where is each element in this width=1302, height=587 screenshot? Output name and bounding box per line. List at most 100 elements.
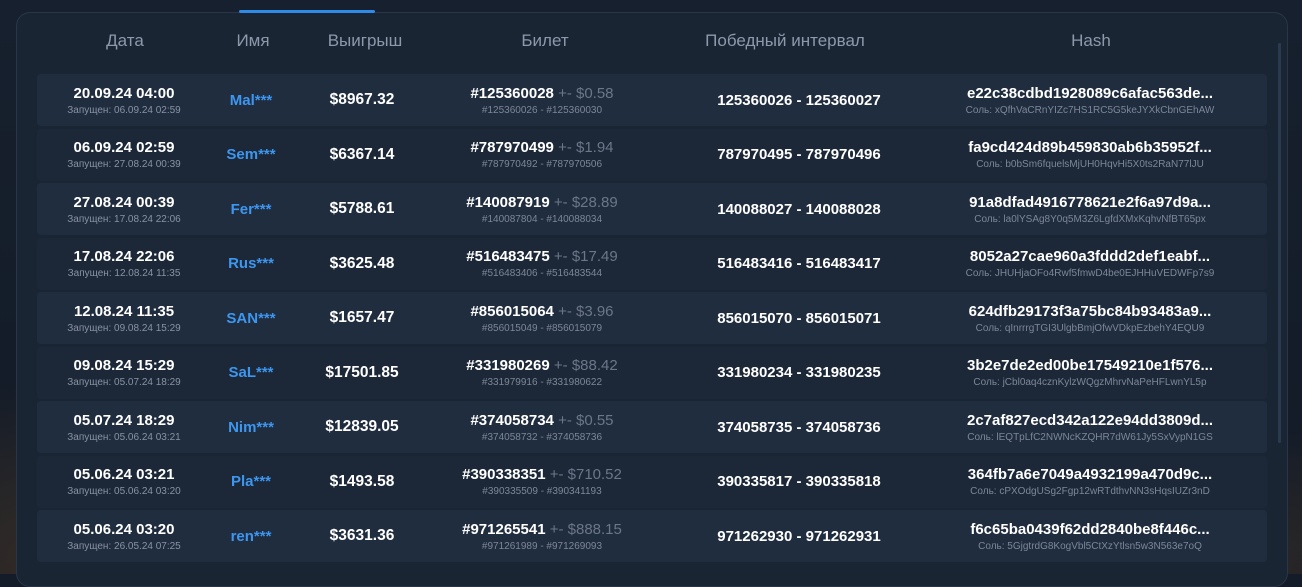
hash-value[interactable]: f6c65ba0439f62dd2840be8f446c... bbox=[970, 521, 1209, 538]
ticket-number: #374058734 bbox=[470, 411, 554, 429]
hash-value[interactable]: 8052a27cae960a3fddd2def1eabf... bbox=[970, 248, 1210, 265]
ticket-range: #125360026 - #125360030 bbox=[481, 104, 603, 116]
date-cell: 06.09.24 02:59 Запущен: 27.08.24 00:39 bbox=[67, 129, 181, 181]
hash-cell: 8052a27cae960a3fddd2def1eabf... Соль: JH… bbox=[966, 238, 1215, 290]
table-header: Дата Имя Выигрыш Билет Победный интервал… bbox=[17, 31, 1287, 57]
ticket-cell: #971265541 +- $888.15 #971261989 - #9712… bbox=[462, 510, 622, 562]
table-row[interactable]: 06.09.24 02:59 Запущен: 27.08.24 00:39 S… bbox=[37, 128, 1267, 181]
header-date: Дата bbox=[106, 31, 144, 50]
scrollbar[interactable] bbox=[1278, 43, 1281, 443]
started-date: Запущен: 05.06.24 03:20 bbox=[67, 486, 181, 497]
win-amount: $5788.61 bbox=[329, 200, 395, 217]
date-cell: 17.08.24 22:06 Запущен: 12.08.24 11:35 bbox=[68, 238, 181, 290]
winner-name[interactable]: Pla*** bbox=[231, 473, 271, 490]
salt-value: Соль: jCbl0aq4cznKylzWQgzMhrvNaPeHFLwnYL… bbox=[973, 377, 1207, 388]
winner-name[interactable]: SaL*** bbox=[228, 364, 273, 381]
winner-name[interactable]: SAN*** bbox=[226, 310, 275, 327]
salt-value: Соль: cPXOdgUSg2Fgp12wRTdthvNN3sHqsIUZr3… bbox=[970, 486, 1210, 497]
salt-value: Соль: 5GjgtrdG8KogVbl5CtXzYtlsn5w3N563e7… bbox=[978, 540, 1202, 552]
ticket-number: #390338351 bbox=[462, 466, 546, 483]
ticket-range: #856015049 - #856015079 bbox=[481, 322, 603, 334]
interval-cell: 856015070 - 856015071 bbox=[717, 292, 881, 344]
table-body: 20.09.24 04:00 Запущен: 06.09.24 02:59 M… bbox=[37, 74, 1267, 565]
name-cell: Sem*** bbox=[226, 129, 275, 181]
header-ticket: Билет bbox=[521, 31, 569, 50]
started-date: Запущен: 17.08.24 22:06 bbox=[67, 213, 181, 225]
win-amount: $1657.47 bbox=[329, 309, 395, 326]
winner-name[interactable]: Sem*** bbox=[226, 146, 275, 163]
win-date: 05.07.24 18:29 bbox=[73, 411, 175, 429]
date-cell: 05.07.24 18:29 Запущен: 05.06.24 03:21 bbox=[67, 401, 181, 453]
ticket-cell: #125360028 +- $0.58 #125360026 - #125360… bbox=[470, 74, 613, 126]
win-amount: $17501.85 bbox=[325, 363, 399, 381]
ticket-cell: #787970499 +- $1.94 #787970492 - #787970… bbox=[470, 129, 613, 181]
header-name: Имя bbox=[236, 31, 270, 50]
table-row[interactable]: 05.06.24 03:20 Запущен: 26.05.24 07:25 r… bbox=[37, 510, 1267, 562]
interval-cell: 390335817 - 390335818 bbox=[717, 456, 881, 508]
salt-value: Соль: b0bSm6fquelsMjUH0HqvHi5X0ts2RaN77l… bbox=[976, 159, 1204, 170]
ticket-range: #516483406 - #516483544 bbox=[481, 268, 603, 279]
winner-name[interactable]: ren*** bbox=[231, 528, 272, 545]
win-date: 09.08.24 15:29 bbox=[73, 357, 175, 374]
winning-interval: 516483416 - 516483417 bbox=[717, 255, 881, 272]
hash-value[interactable]: 2c7af827ecd342a122e94dd3809d... bbox=[967, 412, 1213, 429]
winning-interval: 331980234 - 331980235 bbox=[717, 364, 881, 381]
winner-name[interactable]: Rus*** bbox=[228, 255, 274, 272]
table-row[interactable]: 27.08.24 00:39 Запущен: 17.08.24 22:06 F… bbox=[37, 183, 1267, 235]
started-date: Запущен: 12.08.24 11:35 bbox=[67, 268, 181, 279]
table-row[interactable]: 09.08.24 15:29 Запущен: 05.07.24 18:29 S… bbox=[37, 346, 1267, 399]
winner-name[interactable]: Nim*** bbox=[228, 419, 274, 436]
ticket-range: #374058732 - #374058736 bbox=[481, 431, 603, 443]
hash-value[interactable]: 624dfb29173f3a75bc84b93483a9... bbox=[969, 303, 1212, 320]
ticket-number: #125360028 bbox=[470, 84, 554, 102]
ticket-tolerance: +- $888.15 bbox=[549, 520, 622, 538]
started-date: Запущен: 27.08.24 00:39 bbox=[67, 159, 181, 170]
hash-value[interactable]: e22c38cdbd1928089c6afac563de... bbox=[967, 85, 1213, 102]
win-cell: $1657.47 bbox=[330, 292, 395, 344]
active-tab-indicator bbox=[239, 10, 375, 13]
header-win: Выигрыш bbox=[327, 31, 403, 50]
hash-cell: 91a8dfad4916778621e2f6a97d9a... Соль: la… bbox=[969, 183, 1211, 235]
winner-name[interactable]: Fer*** bbox=[231, 201, 272, 218]
ticket-number: #140087919 bbox=[466, 193, 550, 211]
date-cell: 27.08.24 00:39 Запущен: 17.08.24 22:06 bbox=[67, 183, 181, 235]
name-cell: Nim*** bbox=[228, 401, 274, 453]
win-cell: $1493.58 bbox=[330, 456, 395, 508]
started-date: Запущен: 06.09.24 02:59 bbox=[67, 104, 181, 116]
ticket-tolerance: +- $1.94 bbox=[558, 139, 614, 156]
name-cell: ren*** bbox=[231, 510, 272, 562]
name-cell: Rus*** bbox=[228, 238, 274, 290]
interval-cell: 140088027 - 140088028 bbox=[717, 183, 881, 235]
date-cell: 20.09.24 04:00 Запущен: 06.09.24 02:59 bbox=[67, 74, 181, 126]
win-date: 05.06.24 03:20 bbox=[73, 520, 175, 538]
hash-value[interactable]: 364fb7a6e7049a4932199a470d9c... bbox=[968, 466, 1212, 483]
hash-cell: fa9cd424d89b459830ab6b35952f... Соль: b0… bbox=[968, 129, 1212, 181]
table-row[interactable]: 20.09.24 04:00 Запущен: 06.09.24 02:59 M… bbox=[37, 74, 1267, 126]
hash-value[interactable]: fa9cd424d89b459830ab6b35952f... bbox=[968, 139, 1212, 156]
interval-cell: 787970495 - 787970496 bbox=[717, 129, 881, 181]
win-date: 20.09.24 04:00 bbox=[73, 84, 175, 102]
winner-name[interactable]: Mal*** bbox=[230, 92, 273, 109]
hash-cell: 2c7af827ecd342a122e94dd3809d... Соль: lE… bbox=[967, 401, 1213, 453]
started-date: Запущен: 05.07.24 18:29 bbox=[67, 377, 181, 388]
ticket-cell: #390338351 +- $710.52 #390335509 - #3903… bbox=[462, 456, 622, 508]
salt-value: Соль: qInrrrgTGI3UlgbBmjOfwVDkpEzbehY4EQ… bbox=[975, 322, 1205, 334]
ticket-tolerance: +- $28.89 bbox=[553, 193, 618, 211]
table-row[interactable]: 05.06.24 03:21 Запущен: 05.06.24 03:20 P… bbox=[37, 455, 1267, 508]
hash-value[interactable]: 3b2e7de2ed00be17549210e1f576... bbox=[967, 357, 1213, 374]
table-row[interactable]: 05.07.24 18:29 Запущен: 05.06.24 03:21 N… bbox=[37, 401, 1267, 453]
ticket-number: #516483475 bbox=[466, 248, 550, 265]
interval-cell: 331980234 - 331980235 bbox=[717, 347, 881, 399]
hash-cell: 364fb7a6e7049a4932199a470d9c... Соль: cP… bbox=[968, 456, 1212, 508]
hash-value[interactable]: 91a8dfad4916778621e2f6a97d9a... bbox=[969, 194, 1211, 211]
ticket-range: #787970492 - #787970506 bbox=[481, 159, 603, 170]
date-cell: 05.06.24 03:20 Запущен: 26.05.24 07:25 bbox=[67, 510, 181, 562]
winning-interval: 140088027 - 140088028 bbox=[717, 200, 881, 218]
win-cell: $6367.14 bbox=[330, 129, 395, 181]
ticket-cell: #331980269 +- $88.42 #331979916 - #33198… bbox=[466, 347, 617, 399]
table-row[interactable]: 12.08.24 11:35 Запущен: 09.08.24 15:29 S… bbox=[37, 292, 1267, 344]
winning-interval: 374058735 - 374058736 bbox=[717, 418, 881, 436]
salt-value: Соль: JHUHjaOFo4Rwf5fmwD4be0EJHHuVEDWFp7… bbox=[965, 268, 1215, 279]
table-row[interactable]: 17.08.24 22:06 Запущен: 12.08.24 11:35 R… bbox=[37, 237, 1267, 290]
ticket-cell: #140087919 +- $28.89 #140087804 - #14008… bbox=[466, 183, 617, 235]
